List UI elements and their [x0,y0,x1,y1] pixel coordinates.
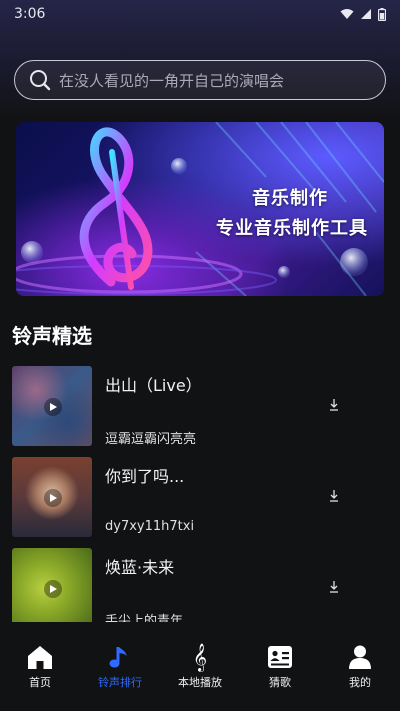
song-title: 出山（Live） [105,376,202,395]
song-artist: dy7xy11h7txi [105,519,195,534]
banner-subtitle: 专业音乐制作工具 [216,218,368,239]
user-icon [347,644,373,670]
song-item[interactable]: 你到了吗... dy7xy11h7txi [0,455,400,546]
song-artist: 逗霸逗霸闪亮亮 [105,432,197,447]
song-title: 你到了吗... [105,467,185,486]
song-list: 出山（Live） 逗霸逗霸闪亮亮 你到了吗... dy7xy11h7txi 焕蓝… [0,364,400,622]
home-icon [27,644,53,670]
song-item[interactable]: 出山（Live） 逗霸逗霸闪亮亮 [0,364,400,455]
status-bar: 3:06 [0,0,400,28]
bottom-tab-bar: 首页 铃声排行 𝄞 本地播放 猜歌 我的 [0,624,400,711]
download-icon[interactable] [328,580,340,594]
song-artist: 手尖上的青年 [105,614,184,622]
id-card-icon [267,644,293,670]
music-note-icon [107,644,133,670]
wifi-icon [340,9,354,19]
tab-label: 首页 [29,676,51,689]
treble-clef-icon: 𝄞 [192,643,208,671]
song-cover[interactable] [12,548,92,622]
play-icon[interactable] [44,489,62,507]
banner-title: 音乐制作 [252,188,328,209]
song-cover[interactable] [12,366,92,446]
play-icon[interactable] [44,398,62,416]
song-item[interactable]: 焕蓝·未来 手尖上的青年 [0,546,400,622]
play-icon[interactable] [44,580,62,598]
tab-ringtone-ranking[interactable]: 铃声排行 [80,644,160,690]
tab-mine[interactable]: 我的 [320,644,400,690]
song-title: 焕蓝·未来 [105,558,175,577]
search-placeholder: 在没人看见的一角开自己的演唱会 [59,71,285,90]
status-time: 3:06 [14,6,46,22]
promo-banner[interactable]: 音乐制作 专业音乐制作工具 [16,122,384,296]
download-icon[interactable] [328,489,340,503]
banner-artwork [16,122,384,296]
signal-icon [361,9,371,19]
search-input[interactable]: 在没人看见的一角开自己的演唱会 [14,60,386,100]
tab-home[interactable]: 首页 [0,644,80,690]
download-icon[interactable] [328,398,340,412]
song-cover[interactable] [12,457,92,537]
tab-label: 猜歌 [269,676,291,689]
tab-label: 本地播放 [178,676,222,689]
tab-label: 我的 [349,676,371,689]
section-title: 铃声精选 [12,324,92,348]
battery-icon [378,7,386,21]
search-icon [30,70,51,91]
tab-guess-song[interactable]: 猜歌 [240,644,320,690]
tab-local-playback[interactable]: 𝄞 本地播放 [160,643,240,690]
status-icons [340,7,386,21]
tab-label: 铃声排行 [98,676,142,689]
